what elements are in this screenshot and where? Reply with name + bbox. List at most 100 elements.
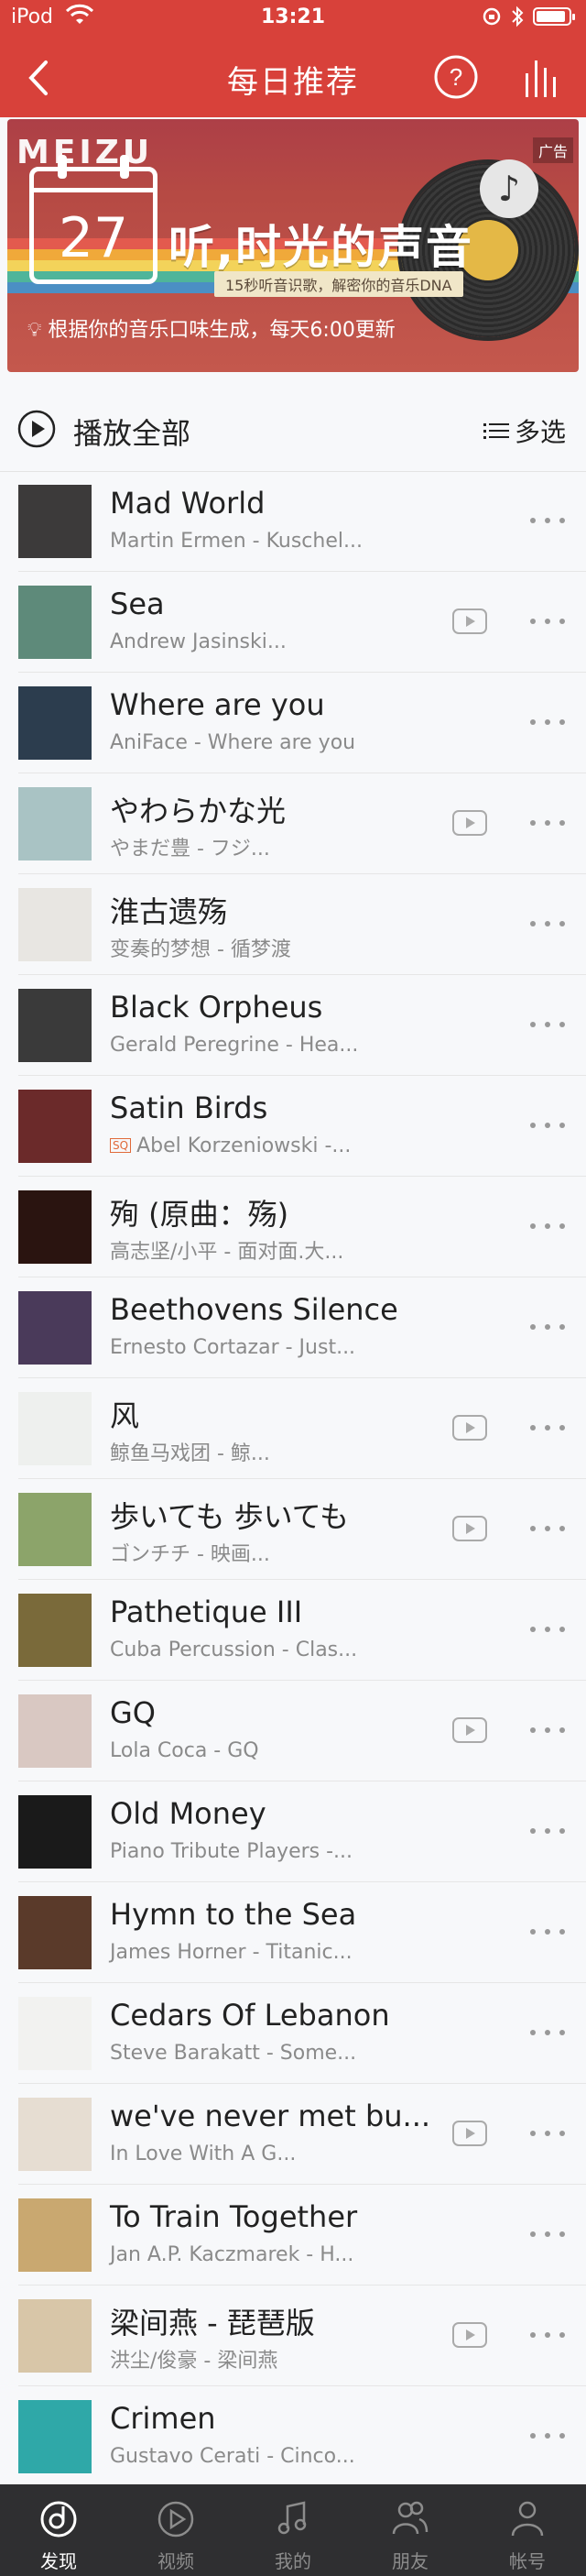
mv-play-icon[interactable] [452, 810, 487, 836]
song-row[interactable]: Satin Birds SQ Abel Korzeniowski -... [18, 1076, 586, 1177]
song-artist-album: 变奏的梦想 - 循梦渡 [110, 938, 291, 961]
tab-video[interactable]: 视频 [117, 2484, 234, 2576]
more-options-icon[interactable] [527, 1519, 568, 1538]
tab-account[interactable]: 帐号 [469, 2484, 586, 2576]
play-circle-icon[interactable] [16, 409, 57, 449]
album-cover [18, 2198, 92, 2272]
song-artist-album: Martin Ermen - Kuschel... [110, 530, 363, 553]
rotation-lock-icon [483, 7, 501, 26]
song-row[interactable]: Beethovens Silence Ernesto Cortazar - Jus… [18, 1277, 586, 1378]
song-row[interactable]: 梁间燕 - 琵琶版 洪尘/俊豪 - 梁间燕 [18, 2286, 586, 2386]
more-options-icon[interactable] [527, 2124, 568, 2143]
play-all-button[interactable]: 播放全部 [73, 411, 190, 453]
album-cover [18, 1795, 92, 1869]
discover-icon [40, 2501, 77, 2538]
song-artist-album: Steve Barakatt - Some... [110, 2042, 357, 2065]
page-title: 每日推荐 [227, 64, 359, 101]
song-artist-album: Lola Coca - GQ [110, 1739, 259, 1762]
multi-select-label: 多选 [514, 417, 566, 447]
more-options-icon[interactable] [527, 1923, 568, 1941]
more-options-icon[interactable] [527, 1217, 568, 1235]
banner-subline: 15秒听音识歌，解密你的音乐DNA [214, 271, 463, 297]
more-options-icon[interactable] [527, 1318, 568, 1336]
song-artist-album: Abel Korzeniowski -... [136, 1135, 352, 1157]
more-options-icon[interactable] [527, 1419, 568, 1437]
song-title: we've never met bu... [110, 2099, 431, 2133]
more-options-icon[interactable] [527, 1116, 568, 1135]
more-options-icon[interactable] [527, 2326, 568, 2344]
mv-play-icon[interactable] [452, 2121, 487, 2146]
song-artist-album: 高志坚/小平 - 面对面.大... [110, 1241, 344, 1264]
mv-play-icon[interactable] [452, 2322, 487, 2348]
song-artist-album: James Horner - Titanic... [110, 1941, 353, 1964]
mv-play-icon[interactable] [452, 1717, 487, 1743]
ad-tag: 广告 [532, 137, 573, 163]
song-row[interactable]: Hymn to the Sea James Horner - Titanic... [18, 1882, 586, 1983]
more-options-icon[interactable] [527, 2427, 568, 2445]
mv-play-icon[interactable] [452, 1516, 487, 1541]
song-title: Mad World [110, 486, 266, 521]
ad-banner[interactable]: MEIZU 27 ♪ 听,时光的声音 15秒听音识歌，解密你的音乐DNA 💡︎ … [7, 119, 579, 372]
song-row[interactable]: Mad World Martin Ermen - Kuschel... [18, 471, 586, 572]
song-row[interactable]: GQ Lola Coca - GQ [18, 1681, 586, 1781]
song-title: 歩いても 歩いても [110, 1499, 350, 1534]
song-title: Cedars Of Lebanon [110, 1998, 390, 2033]
song-row[interactable]: 风鲸鱼马戏团 - 鲸... [18, 1378, 586, 1479]
song-row[interactable]: Where are you AniFace - Where are you [18, 673, 586, 773]
song-title: 淮古遗殇 [110, 894, 228, 929]
song-subtitle: やまだ豊 - フジ... [110, 832, 270, 861]
song-row[interactable]: To Train Together Jan A.P. Kaczmarek - H.… [18, 2185, 586, 2286]
tab-label: 发现 [40, 2550, 77, 2572]
video-icon [157, 2501, 194, 2538]
album-cover [18, 888, 92, 961]
song-row[interactable]: Cedars Of Lebanon Steve Barakatt - Some..… [18, 1983, 586, 2084]
album-cover [18, 1291, 92, 1365]
friends-icon [392, 2501, 429, 2535]
more-options-icon[interactable] [527, 511, 568, 530]
song-row[interactable]: 歩いても 歩いてもゴンチチ - 映画... [18, 1479, 586, 1580]
more-options-icon[interactable] [527, 915, 568, 933]
list-icon [483, 423, 509, 439]
tab-discover[interactable]: 发现 [0, 2484, 117, 2576]
song-row[interactable]: 淮古遗殇变奏的梦想 - 循梦渡 [18, 874, 586, 975]
song-row[interactable]: Old Money Piano Tribute Players -... [18, 1781, 586, 1882]
album-cover [18, 485, 92, 558]
song-row[interactable]: 殉 (原曲：殇) 高志坚/小平 - 面对面.大... [18, 1177, 586, 1277]
more-options-icon[interactable] [527, 814, 568, 832]
song-artist-album: Gustavo Cerati - Cinco... [110, 2445, 355, 2468]
more-options-icon[interactable] [527, 2225, 568, 2243]
song-title: 风 [110, 1398, 140, 1433]
album-cover [18, 1594, 92, 1667]
more-options-icon[interactable] [527, 1620, 568, 1639]
album-cover [18, 1694, 92, 1768]
more-options-icon[interactable] [527, 1015, 568, 1034]
more-options-icon[interactable] [527, 713, 568, 731]
song-row[interactable]: やわらかな光 やまだ豊 - フジ... [18, 773, 586, 874]
more-options-icon[interactable] [527, 1822, 568, 1840]
song-artist-album: AniFace - Where are you [110, 731, 356, 754]
list-header: 播放全部 多选 [0, 387, 586, 472]
tab-music[interactable]: 我的 [234, 2484, 352, 2576]
song-row[interactable]: Black Orpheus Gerald Peregrine - Hea... [18, 975, 586, 1076]
account-icon [511, 2501, 544, 2537]
album-cover [18, 1896, 92, 1969]
multi-select-button[interactable]: 多选 [483, 412, 566, 449]
song-row[interactable]: we've never met bu... In Love With A G... [18, 2084, 586, 2185]
equalizer-icon[interactable] [516, 53, 568, 104]
song-title: To Train Together [110, 2199, 358, 2234]
mv-play-icon[interactable] [452, 608, 487, 634]
mv-play-icon[interactable] [452, 1415, 487, 1441]
song-subtitle: ゴンチチ - 映画... [110, 1538, 270, 1567]
song-row[interactable]: Crimen Gustavo Cerati - Cinco... [18, 2386, 586, 2487]
song-row[interactable]: Sea Andrew Jasinski... [18, 572, 586, 673]
song-subtitle: SQ Abel Korzeniowski -... [110, 1135, 351, 1157]
lightbulb-icon: 💡︎ [27, 319, 42, 342]
tab-friends[interactable]: 朋友 [352, 2484, 469, 2576]
sq-badge: SQ [110, 1138, 132, 1153]
song-row[interactable]: Pathetique III Cuba Percussion - Clas... [18, 1580, 586, 1681]
song-title: Old Money [110, 1796, 266, 1831]
help-icon[interactable]: ? [432, 53, 480, 101]
more-options-icon[interactable] [527, 2023, 568, 2042]
more-options-icon[interactable] [527, 612, 568, 630]
more-options-icon[interactable] [527, 1721, 568, 1739]
